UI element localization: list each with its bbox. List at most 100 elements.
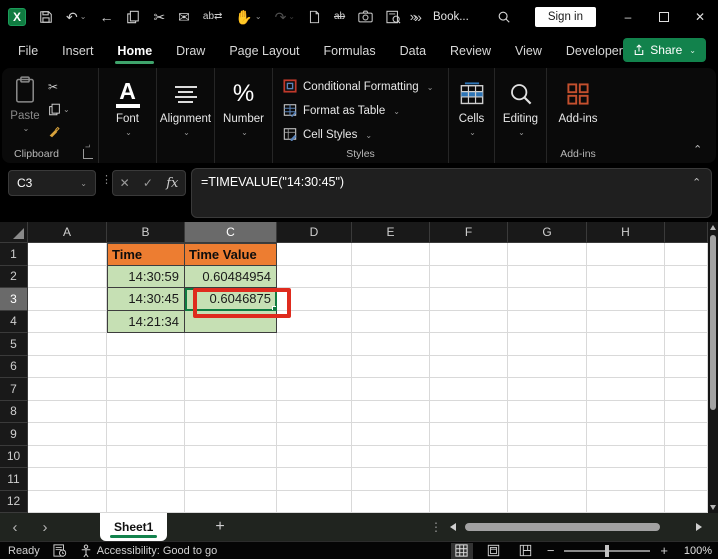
column-header-G[interactable]: G (508, 222, 587, 243)
number-button[interactable]: % Number ⌄ (215, 68, 272, 163)
row-header-7[interactable]: 7 (0, 378, 28, 401)
normal-view-button[interactable] (450, 542, 473, 559)
undo-icon[interactable]: ↶ ⌄ (66, 10, 86, 24)
cell-A10[interactable] (28, 445, 107, 468)
tab-page-layout[interactable]: Page Layout (229, 38, 299, 64)
maximize-button[interactable] (646, 0, 682, 33)
format-as-table-button[interactable]: Format as Table ⌄ (283, 99, 448, 123)
horizontal-scrollbar-thumb[interactable] (465, 523, 660, 531)
cell-F4[interactable] (430, 310, 508, 333)
cell-partial5[interactable] (665, 333, 708, 356)
cell-E7[interactable] (352, 378, 430, 401)
page-layout-view-button[interactable] (483, 543, 505, 559)
row-header-9[interactable]: 9 (0, 423, 28, 446)
cell-B6[interactable] (107, 355, 185, 378)
cell-G1[interactable] (508, 243, 587, 266)
row-header-1[interactable]: 1 (0, 243, 28, 266)
cell-B4[interactable]: 14:21:34 (107, 310, 185, 333)
column-header-C[interactable]: C (185, 222, 277, 243)
cell-E1[interactable] (352, 243, 430, 266)
cell-partial6[interactable] (665, 355, 708, 378)
cell-A3[interactable] (28, 288, 107, 311)
cell-C5[interactable] (185, 333, 277, 356)
cell-F8[interactable] (430, 400, 508, 423)
collapse-formula-bar-icon[interactable]: ⌄ (692, 175, 701, 188)
tab-formulas[interactable]: Formulas (324, 38, 376, 64)
sign-in-button[interactable]: Sign in (534, 6, 596, 27)
cell-E11[interactable] (352, 468, 430, 491)
copy-icon[interactable] (126, 10, 140, 24)
cell-partial7[interactable] (665, 378, 708, 401)
previous-sheet-icon[interactable]: ‹ (0, 519, 30, 536)
cell-D9[interactable] (277, 423, 352, 446)
font-button[interactable]: A Font ⌄ (99, 68, 156, 163)
cell-B3[interactable]: 14:30:45 (107, 288, 185, 311)
format-painter-button[interactable] (48, 123, 70, 139)
tab-developer[interactable]: Developer (566, 38, 623, 64)
cell-E3[interactable] (352, 288, 430, 311)
scroll-up-icon[interactable] (710, 225, 716, 230)
cell-B12[interactable] (107, 490, 185, 513)
cell-D7[interactable] (277, 378, 352, 401)
cell-E8[interactable] (352, 400, 430, 423)
cell-H7[interactable] (587, 378, 665, 401)
minimize-button[interactable]: – (610, 0, 646, 33)
cell-E6[interactable] (352, 355, 430, 378)
cell-E5[interactable] (352, 333, 430, 356)
cell-B5[interactable] (107, 333, 185, 356)
name-box-dropdown-icon[interactable]: ⌄ (80, 179, 87, 188)
cell-G8[interactable] (508, 400, 587, 423)
page-break-preview-button[interactable] (515, 543, 537, 559)
save-icon[interactable] (39, 10, 53, 24)
cell-partial3[interactable] (665, 288, 708, 311)
tab-insert[interactable]: Insert (62, 38, 93, 64)
tab-draw[interactable]: Draw (176, 38, 205, 64)
cell-C1[interactable]: Time Value (185, 243, 277, 266)
tab-file[interactable]: File (18, 38, 38, 64)
cell-B11[interactable] (107, 468, 185, 491)
cell-F6[interactable] (430, 355, 508, 378)
share-button[interactable]: Share ⌄ (623, 38, 706, 62)
cell-A2[interactable] (28, 265, 107, 288)
column-header-B[interactable]: B (107, 222, 185, 243)
cancel-icon[interactable]: ✕ (120, 176, 130, 190)
cut-icon[interactable]: ✂ (153, 10, 165, 24)
select-all-corner[interactable] (0, 222, 28, 243)
column-header-F[interactable]: F (430, 222, 508, 243)
macro-record-icon[interactable] (53, 544, 67, 557)
clipboard-dialog-launcher-icon[interactable] (83, 149, 93, 159)
cell-E2[interactable] (352, 265, 430, 288)
cell-F7[interactable] (430, 378, 508, 401)
cell-partial8[interactable] (665, 400, 708, 423)
cell-B1[interactable]: Time (107, 243, 185, 266)
cell-G12[interactable] (508, 490, 587, 513)
cell-partial1[interactable] (665, 243, 708, 266)
cell-H5[interactable] (587, 333, 665, 356)
new-file-icon[interactable] (308, 10, 321, 24)
cell-A8[interactable] (28, 400, 107, 423)
cell-D10[interactable] (277, 445, 352, 468)
cell-H2[interactable] (587, 265, 665, 288)
camera-icon[interactable] (358, 10, 373, 23)
cell-G2[interactable] (508, 265, 587, 288)
vertical-scrollbar[interactable] (708, 222, 718, 513)
back-icon[interactable]: ← (99, 10, 113, 24)
accessibility-status[interactable]: Accessibility: Good to go (80, 543, 217, 558)
cell-H11[interactable] (587, 468, 665, 491)
cells-button[interactable]: Cells ⌄ (449, 68, 494, 163)
cell-F5[interactable] (430, 333, 508, 356)
conditional-formatting-button[interactable]: Conditional Formatting ⌄ (283, 75, 448, 99)
cell-H4[interactable] (587, 310, 665, 333)
cell-B7[interactable] (107, 378, 185, 401)
cell-H3[interactable] (587, 288, 665, 311)
scroll-down-icon[interactable] (710, 505, 716, 510)
cell-C3[interactable]: 0.6046875 (185, 288, 277, 311)
collapse-ribbon-icon[interactable]: ⌄ (693, 142, 702, 155)
sheet-bar-grip-icon[interactable]: ⋮ (430, 520, 442, 534)
cell-C8[interactable] (185, 400, 277, 423)
touch-mode-icon[interactable]: ✋ ⌄ (235, 10, 261, 24)
editing-button[interactable]: Editing ⌄ (495, 68, 546, 163)
cell-E4[interactable] (352, 310, 430, 333)
cell-G10[interactable] (508, 445, 587, 468)
horizontal-scrollbar[interactable] (462, 523, 690, 531)
